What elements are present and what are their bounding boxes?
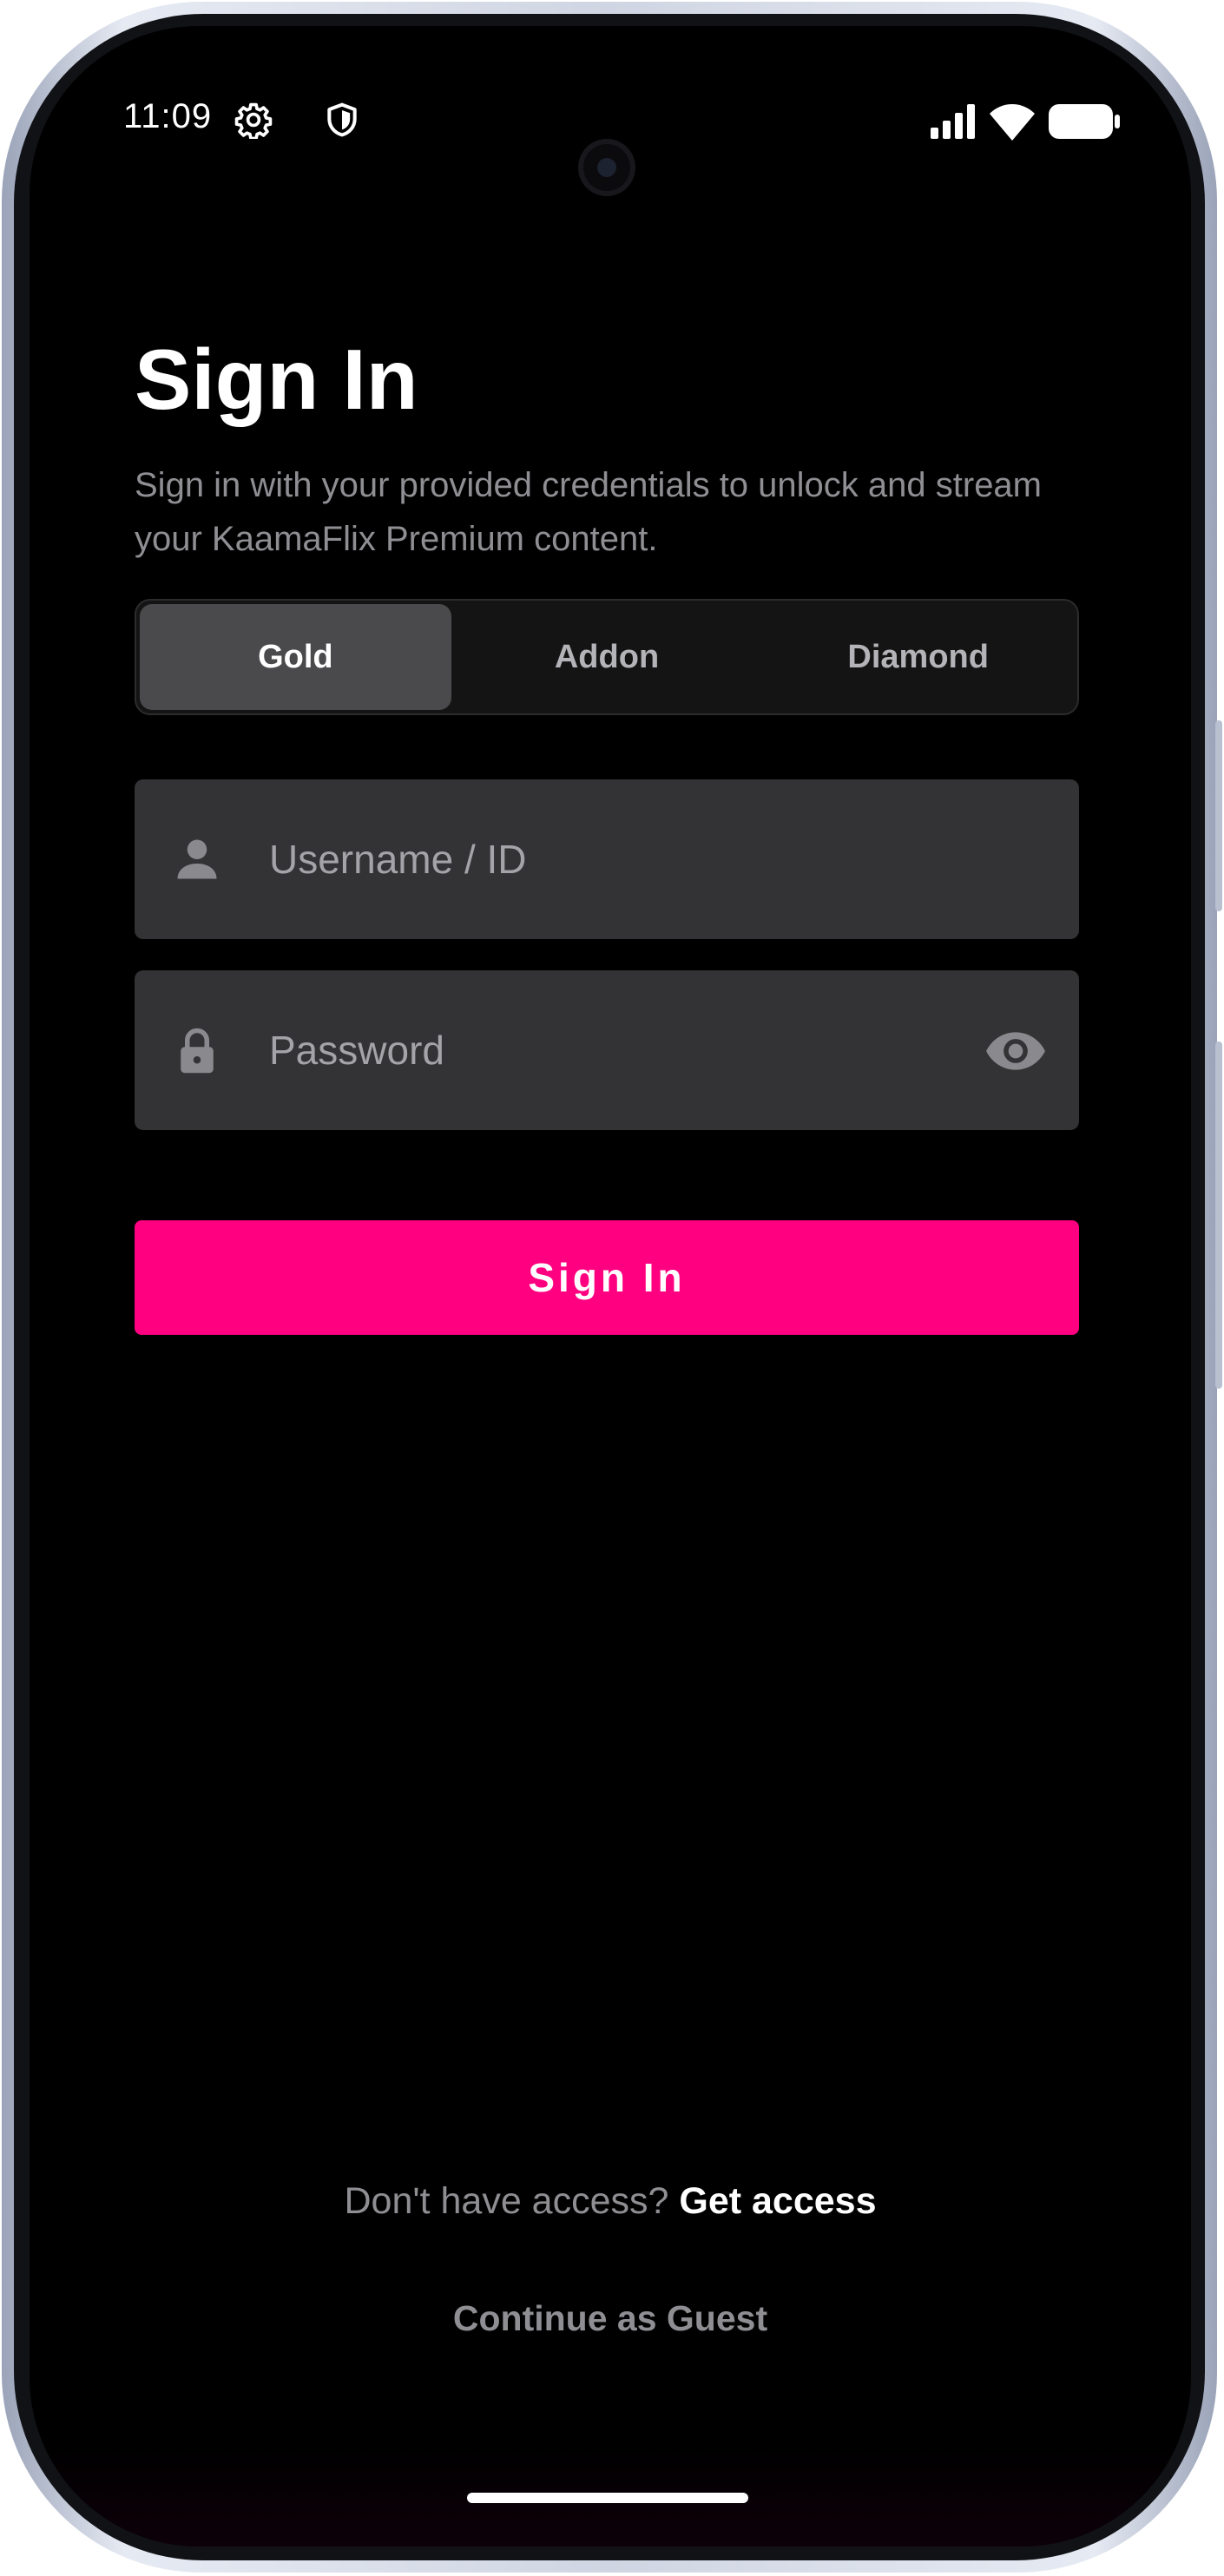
status-time: 11:09 <box>123 97 213 135</box>
battery-icon <box>1049 104 1120 143</box>
sign-in-button[interactable]: Sign In <box>135 1220 1079 1335</box>
tab-gold[interactable]: Gold <box>140 604 451 710</box>
password-field <box>135 970 1079 1130</box>
password-input[interactable] <box>269 970 929 1130</box>
continue-as-guest-link[interactable]: Continue as Guest <box>30 2298 1191 2339</box>
wifi-icon <box>990 102 1035 145</box>
side-button <box>1215 1042 1222 1389</box>
signal-icon <box>931 104 977 143</box>
shield-icon <box>323 101 361 143</box>
username-field <box>135 779 1079 939</box>
page-title: Sign In <box>135 332 418 427</box>
tab-addon[interactable]: Addon <box>451 604 763 710</box>
screen: 11:09 Sign In Sign in with your provided… <box>30 26 1191 2546</box>
front-camera <box>578 139 635 196</box>
person-icon <box>171 833 223 885</box>
get-access-prompt: Don't have access? Get access <box>30 2180 1191 2223</box>
access-prompt-text: Don't have access? <box>344 2180 669 2222</box>
gear-icon <box>234 101 273 143</box>
tab-diamond[interactable]: Diamond <box>762 604 1074 710</box>
plan-tabs: Gold Addon Diamond <box>135 599 1079 715</box>
page-subtitle: Sign in with your provided credentials t… <box>135 466 1042 558</box>
eye-icon[interactable] <box>984 1019 1048 1083</box>
side-button <box>1215 720 1222 911</box>
home-indicator[interactable] <box>467 2493 748 2503</box>
lock-icon <box>171 1024 223 1076</box>
username-input[interactable] <box>269 779 929 939</box>
status-bar: 11:09 <box>30 26 1191 196</box>
get-access-link[interactable]: Get access <box>679 2180 876 2222</box>
